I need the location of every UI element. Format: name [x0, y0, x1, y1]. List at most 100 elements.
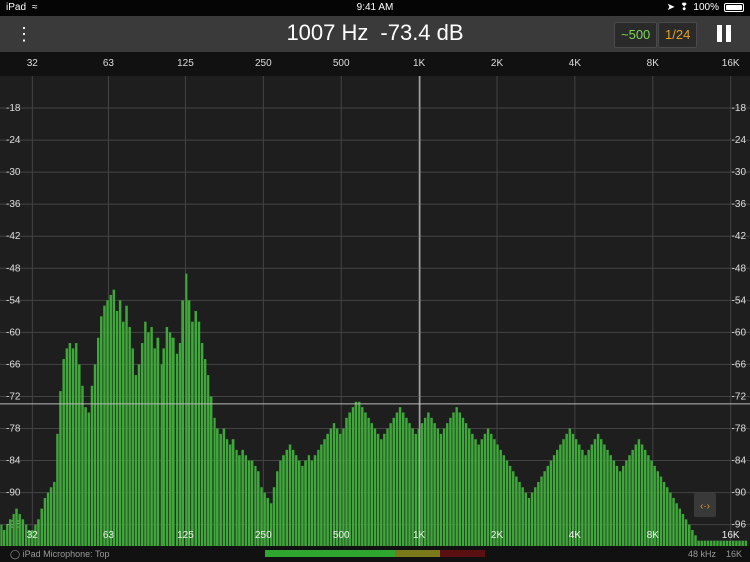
y-tick-label-right: -18 — [732, 103, 747, 114]
spectrum-bar — [106, 300, 109, 546]
spectrum-bar — [370, 423, 373, 546]
spectrum-bar — [590, 444, 594, 546]
spectrum-bar — [483, 433, 487, 546]
spectrum-bar — [606, 449, 609, 546]
spectrum-bar — [543, 471, 546, 546]
y-tick-label-left: -48 — [6, 263, 21, 274]
spectrum-bar — [0, 524, 3, 546]
spectrum-bar — [241, 449, 244, 546]
spectrum-bar — [235, 449, 238, 546]
spectrum-bar — [430, 417, 433, 546]
input-source[interactable]: ◯ iPad Microphone: Top — [10, 549, 109, 560]
spectrum-bar — [49, 487, 53, 546]
spectrum-bar — [141, 343, 144, 546]
spectrum-bar — [59, 391, 62, 546]
spectrum-bar — [401, 412, 405, 546]
spectrum-bar — [581, 449, 584, 546]
spectrum-bar — [373, 428, 377, 546]
spectrum-svg[interactable]: 32 63 125 250 500 1K 2K 4K 8K 16K -18 -18 -24 -24 -30 -… — [0, 52, 750, 546]
y-tick-label-left: -60 — [6, 327, 21, 338]
x-tick-label-bottom: 500 — [333, 530, 350, 541]
spectrum-bar — [310, 460, 314, 546]
battery-percent: 100% — [693, 2, 719, 13]
spectrum-chart[interactable]: 32 63 125 250 500 1K 2K 4K 8K 16K -18 -18 -24 -24 -30 -… — [0, 52, 750, 546]
sample-rate: 48 kHz — [688, 549, 717, 559]
spectrum-bar — [458, 412, 462, 546]
input-source-label: iPad Microphone: Top — [22, 549, 110, 559]
y-tick-label-right: -54 — [732, 295, 747, 306]
spectrum-bar — [546, 465, 550, 546]
pause-button[interactable] — [714, 25, 734, 45]
spectrum-bar — [392, 417, 396, 546]
spectrum-bar — [505, 460, 509, 546]
spectrum-bar — [279, 460, 282, 546]
spectrum-bar — [565, 433, 568, 546]
x-tick-label: 2K — [491, 58, 504, 69]
spectrum-bar — [477, 444, 480, 546]
x-tick-label: 125 — [177, 58, 194, 69]
spectrum-bar — [156, 337, 160, 546]
y-tick-label-left: -18 — [6, 103, 21, 114]
x-tick-label-bottom: 63 — [103, 530, 115, 541]
spectrum-bar — [609, 455, 612, 546]
spectrum-bar — [640, 444, 644, 546]
spectrum-bar — [367, 417, 370, 546]
spectrum-bar — [320, 444, 323, 546]
spectrum-bar — [147, 332, 150, 546]
spectrum-bar — [272, 487, 276, 546]
level-meter — [265, 550, 485, 557]
spectrum-bar — [150, 327, 153, 546]
spectrum-bar — [354, 401, 358, 546]
spectrum-bar — [552, 455, 556, 546]
spectrum-bar — [524, 492, 528, 546]
spectrum-bar — [694, 535, 697, 546]
spectrum-bar — [518, 481, 521, 546]
spectrum-bar — [662, 481, 666, 546]
spectrum-bar — [75, 343, 78, 546]
spectrum-bar — [449, 417, 452, 546]
spectrum-bar — [442, 428, 446, 546]
spectrum-bar — [351, 407, 355, 546]
spectrum-bar — [168, 332, 172, 546]
y-tick-label-left: -24 — [6, 135, 21, 146]
spectrum-bar — [527, 497, 531, 546]
spectrum-bar — [562, 439, 565, 546]
resolution-button[interactable]: 1/24 — [658, 22, 698, 48]
x-tick-label: 500 — [333, 58, 350, 69]
spectrum-bar — [131, 348, 134, 546]
spectrum-bar — [295, 455, 298, 546]
spectrum-bar — [464, 423, 468, 546]
y-tick-label-right: -30 — [732, 167, 747, 178]
spectrum-bar — [109, 294, 112, 546]
spectrum-bar — [194, 311, 198, 546]
spectrum-bar — [515, 476, 518, 546]
status-bar: iPad ≈ 9:41 AM ➤ ❢ 100% — [0, 0, 750, 16]
spectrum-bar — [200, 343, 204, 546]
y-tick-label-right: -90 — [732, 488, 747, 499]
spectrum-bar — [587, 449, 590, 546]
spectrum-bar — [100, 316, 103, 546]
spectrum-bar — [615, 465, 619, 546]
x-tick-label-bottom: 2K — [491, 530, 504, 541]
spectrum-bar — [326, 433, 329, 546]
spectrum-bar — [537, 481, 540, 546]
spectrum-bar — [238, 455, 241, 546]
spectrum-bar — [681, 513, 685, 546]
spectrum-bar — [144, 321, 147, 546]
spectrum-bar — [358, 401, 361, 546]
peak-frequency: 1007 Hz — [286, 20, 369, 45]
smoothing-button[interactable]: ~500 — [614, 22, 658, 48]
spectrum-bar — [118, 300, 122, 546]
x-tick-label: 63 — [103, 58, 115, 69]
y-tick-label-left: -42 — [6, 231, 21, 242]
location-icon: ➤ — [666, 2, 676, 13]
spectrum-bar — [361, 407, 364, 546]
spectrum-bar — [317, 449, 320, 546]
spectrum-bar — [568, 428, 572, 546]
spectrum-bar — [62, 359, 65, 546]
spectrum-bar — [383, 433, 386, 546]
y-tick-label-left: -78 — [6, 424, 21, 435]
spectrum-bar — [21, 519, 25, 546]
x-tick-label: 32 — [27, 58, 39, 69]
spectrum-bar — [512, 471, 515, 546]
